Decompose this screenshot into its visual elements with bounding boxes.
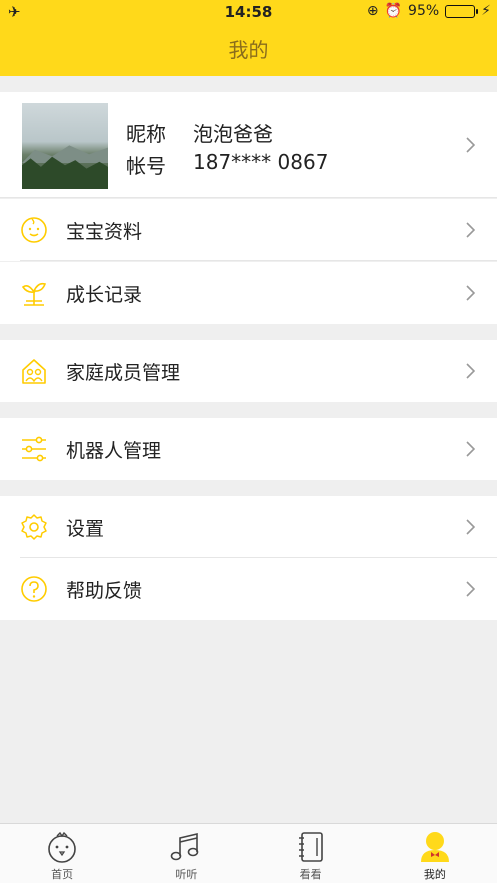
rotation-lock-icon: ⊕ (366, 3, 379, 19)
chevron-right-icon (466, 519, 475, 535)
menu-label-growth-record: 成长记录 (66, 284, 143, 306)
nav-bar: 我的 (0, 24, 497, 76)
user-profile-icon (420, 832, 449, 862)
menu-label-help-feedback: 帮助反馈 (66, 580, 143, 602)
menu-label-family-members: 家庭成员管理 (66, 362, 181, 384)
page-title: 我的 (228, 38, 269, 62)
tab-label-watch: 看看 (299, 868, 322, 881)
baby-face-icon (21, 217, 47, 243)
tab-label-listen: 听听 (175, 868, 198, 881)
menu-item-help-feedback[interactable]: 帮助反馈 (0, 558, 497, 620)
chevron-right-icon (466, 441, 475, 457)
battery-icon (445, 4, 479, 18)
menu-label-robot-management: 机器人管理 (66, 440, 162, 462)
tab-bar: 首页 听听 看看 我的 (0, 823, 497, 883)
menu-label-settings: 设置 (66, 518, 105, 540)
tab-mine[interactable]: 我的 (373, 824, 497, 883)
chevron-right-icon (466, 581, 475, 597)
menu-item-settings[interactable]: 设置 (0, 496, 497, 558)
gear-icon (21, 514, 47, 540)
chevron-right-icon (466, 285, 475, 301)
nickname-value: 泡泡爸爸 (193, 122, 273, 146)
family-home-icon (22, 359, 46, 384)
tab-label-home: 首页 (51, 868, 74, 881)
sliders-icon (22, 436, 46, 462)
profile-card[interactable]: 昵称 泡泡爸爸 帐号 187**** 0867 (0, 92, 497, 198)
menu-item-robot-management[interactable]: 机器人管理 (0, 418, 497, 480)
tab-watch[interactable]: 看看 (249, 824, 373, 883)
tab-label-mine: 我的 (423, 868, 446, 881)
chick-icon (48, 831, 76, 863)
account-label: 帐号 (126, 154, 166, 178)
tab-listen[interactable]: 听听 (124, 824, 248, 883)
chevron-right-icon (466, 222, 475, 238)
help-question-icon (21, 576, 47, 602)
nickname-label: 昵称 (126, 122, 166, 146)
menu-item-growth-record[interactable]: 成长记录 (0, 262, 497, 324)
alarm-icon: ⏰ (384, 3, 403, 19)
music-note-icon (171, 832, 199, 861)
menu-label-baby-profile: 宝宝资料 (66, 221, 143, 243)
battery-percent: 95% (408, 3, 440, 19)
chevron-right-icon (466, 363, 475, 379)
charging-icon: ⚡ (481, 3, 491, 19)
menu-item-baby-profile[interactable]: 宝宝资料 (0, 199, 497, 261)
account-value: 187**** 0867 (193, 150, 329, 174)
status-bar: ✈ 14:58 ⊕ ⏰ 95% ⚡ (0, 0, 497, 24)
sprout-icon (21, 282, 47, 306)
tab-home[interactable]: 首页 (0, 824, 124, 883)
avatar[interactable] (22, 103, 108, 189)
menu-item-family-members[interactable]: 家庭成员管理 (0, 340, 497, 402)
chevron-right-icon (466, 137, 475, 153)
notebook-icon (298, 832, 323, 862)
